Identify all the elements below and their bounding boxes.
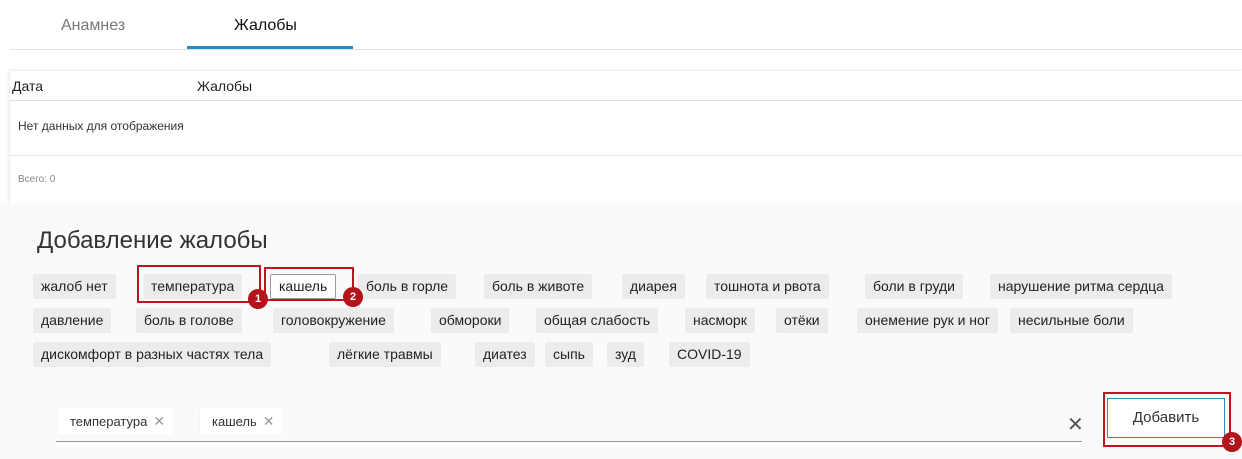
chip-remove-icon[interactable]: ✕ xyxy=(263,413,275,429)
complaint-tag[interactable]: лёгкие травмы xyxy=(329,342,441,367)
complaint-tag[interactable]: несильные боли xyxy=(1010,308,1133,333)
complaint-tag[interactable]: боль в голове xyxy=(136,308,242,333)
total-count: Всего: 0 xyxy=(18,174,56,185)
annotation-highlight-1 xyxy=(137,265,261,303)
empty-message: Нет данных для отображения xyxy=(18,119,184,133)
complaint-tag[interactable]: обмороки xyxy=(431,308,510,333)
chip-remove-icon[interactable]: ✕ xyxy=(153,413,165,429)
complaint-tag[interactable]: тошнота и рвота xyxy=(706,274,829,299)
complaint-tag[interactable]: нарушение ритма сердца xyxy=(990,274,1172,299)
complaint-tag[interactable]: COVID-19 xyxy=(669,342,750,367)
table-header: Дата Жалобы xyxy=(10,71,1242,101)
chip-label: кашель xyxy=(212,414,257,429)
complaint-tag[interactable]: отёки xyxy=(776,308,828,333)
complaint-tag[interactable]: диатез xyxy=(475,342,535,367)
add-complaint-panel: Добавление жалобы жалоб нет температура … xyxy=(0,203,1242,459)
complaint-tag[interactable]: диарея xyxy=(622,274,685,299)
tab-complaints[interactable]: Жалобы xyxy=(234,17,297,35)
complaint-tag[interactable]: жалоб нет xyxy=(33,274,116,299)
complaint-tag[interactable]: головокружение xyxy=(273,308,394,333)
complaint-tag[interactable]: зуд xyxy=(607,342,644,367)
complaint-tag[interactable]: общая слабость xyxy=(536,308,659,333)
active-tab-indicator xyxy=(187,46,353,49)
selected-complaints-field[interactable]: температура ✕ кашель ✕ xyxy=(56,400,1082,442)
annotation-badge-3: 3 xyxy=(1222,432,1242,452)
chip-label: температура xyxy=(70,414,148,429)
complaint-tag[interactable]: насморк xyxy=(685,308,755,333)
selected-chip: кашель ✕ xyxy=(200,407,283,435)
section-title: Добавление жалобы xyxy=(37,227,268,254)
tab-anamnesis[interactable]: Анамнез xyxy=(61,17,125,35)
complaint-tag[interactable]: давление xyxy=(33,308,112,333)
clear-icon[interactable]: ✕ xyxy=(1067,412,1084,437)
complaint-tag[interactable]: боль в горле xyxy=(358,274,457,299)
annotation-badge-2: 2 xyxy=(343,287,363,307)
column-header-date[interactable]: Дата xyxy=(12,78,43,94)
complaint-tag[interactable]: дискомфорт в разных частях тела xyxy=(33,342,272,367)
annotation-highlight-2 xyxy=(264,267,354,301)
complaint-tag[interactable]: боль в животе xyxy=(484,274,593,299)
complaints-table: Дата Жалобы Нет данных для отображения В… xyxy=(10,71,1242,203)
complaint-tag[interactable]: онемение рук и ног xyxy=(857,308,998,333)
annotation-highlight-3 xyxy=(1103,392,1231,447)
complaint-tag[interactable]: боли в груди xyxy=(865,274,963,299)
complaint-tag[interactable]: сыпь xyxy=(545,342,593,367)
selected-chip: температура ✕ xyxy=(58,407,174,435)
divider xyxy=(10,155,1242,156)
tab-bar: Анамнез Жалобы xyxy=(10,0,1242,50)
column-header-complaints[interactable]: Жалобы xyxy=(197,78,252,94)
